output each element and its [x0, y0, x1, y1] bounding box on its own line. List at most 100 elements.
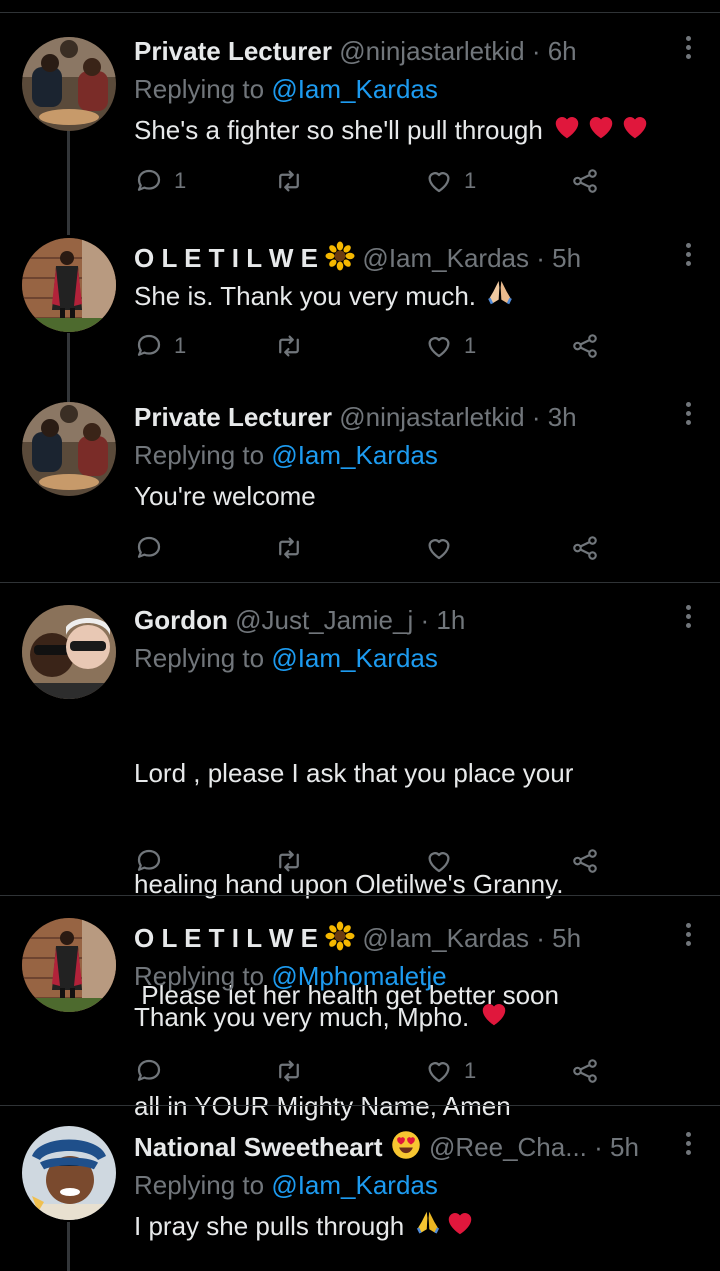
share-button[interactable]: [570, 164, 600, 198]
tweet-actions: 1 1: [134, 164, 614, 198]
retweet-button[interactable]: [274, 1054, 304, 1088]
tweet-text-line: Lord , please I ask that you place your: [134, 758, 574, 788]
avatar[interactable]: [22, 402, 116, 496]
folded-hands-emoji-icon: [483, 277, 517, 319]
tweet-text: Thank you very much, Mpho.: [134, 999, 511, 1039]
divider: [0, 1105, 720, 1106]
tweet-text-content: She is. Thank you very much.: [134, 280, 477, 311]
reply-count: 1: [174, 333, 187, 358]
heart-icon: [424, 331, 454, 361]
heart-icon: [424, 166, 454, 196]
timestamp[interactable]: · 5h: [594, 1132, 639, 1162]
comment-icon: [134, 846, 164, 876]
display-name[interactable]: Private Lecturer: [134, 36, 332, 66]
like-button[interactable]: 1: [424, 1054, 476, 1088]
replying-to: Replying to @Iam_Kardas: [134, 72, 438, 106]
sunflower-emoji-icon: [325, 921, 355, 959]
avatar[interactable]: [22, 605, 116, 699]
display-name[interactable]: Private Lecturer: [134, 402, 332, 432]
timestamp[interactable]: · 5h: [536, 923, 581, 953]
tweet-header: O L E T I L W E @Iam_Kardas · 5h: [134, 921, 581, 959]
replying-to: Replying to @Iam_Kardas: [134, 1168, 438, 1202]
more-dots-icon[interactable]: [682, 402, 694, 432]
comment-icon: [134, 166, 164, 196]
timestamp[interactable]: · 6h: [532, 36, 577, 66]
like-count: 1: [464, 168, 477, 193]
mention-link[interactable]: @Mphomaletje: [271, 961, 446, 991]
tweet-actions: [134, 844, 614, 878]
tweet-text: I pray she pulls through: [134, 1208, 476, 1248]
reply-button[interactable]: [134, 1054, 164, 1088]
avatar[interactable]: [22, 918, 116, 1012]
retweet-icon: [274, 1056, 304, 1086]
mention-link[interactable]: @Iam_Kardas: [271, 643, 438, 673]
display-name[interactable]: Gordon: [134, 605, 228, 635]
retweet-button[interactable]: [274, 164, 304, 198]
like-count: 1: [464, 333, 477, 358]
display-name[interactable]: National Sweetheart: [134, 1132, 383, 1162]
user-handle[interactable]: @ninjastarletkid: [339, 402, 524, 432]
avatar[interactable]: [22, 238, 116, 332]
like-button[interactable]: [424, 531, 454, 565]
like-button[interactable]: 1: [424, 329, 476, 363]
reply-button[interactable]: 1: [134, 329, 186, 363]
more-dots-icon[interactable]: [682, 923, 694, 953]
retweet-button[interactable]: [274, 844, 304, 878]
divider: [0, 895, 720, 896]
reply-button[interactable]: [134, 844, 164, 878]
mention-link[interactable]: @Iam_Kardas: [271, 440, 438, 470]
share-button[interactable]: [570, 531, 600, 565]
replying-to: Replying to @Mphomaletje: [134, 959, 447, 993]
user-handle[interactable]: @ninjastarletkid: [339, 36, 524, 66]
retweet-button[interactable]: [274, 531, 304, 565]
timestamp[interactable]: · 1h: [420, 605, 465, 635]
share-button[interactable]: [570, 329, 600, 363]
replying-prefix: Replying to: [134, 1170, 272, 1200]
share-icon: [570, 846, 600, 876]
share-button[interactable]: [570, 844, 600, 878]
mention-link[interactable]: @Iam_Kardas: [271, 1170, 438, 1200]
comment-icon: [134, 533, 164, 563]
user-handle[interactable]: @Ree_Cha...: [429, 1132, 587, 1162]
reply-button[interactable]: [134, 531, 164, 565]
timestamp[interactable]: · 3h: [532, 402, 577, 432]
retweet-button[interactable]: [274, 329, 304, 363]
tweet-text: She's a fighter so she'll pull through: [134, 112, 652, 152]
tweet-actions: 1: [134, 1054, 614, 1088]
heart-icon: [424, 533, 454, 563]
tweet-text-content: She's a fighter so she'll pull through: [134, 115, 543, 145]
tweet-header: Private Lecturer @ninjastarletkid · 3h: [134, 400, 577, 434]
replying-prefix: Replying to: [134, 643, 272, 673]
mention-link[interactable]: @Iam_Kardas: [271, 74, 438, 104]
tweet-header: Gordon @Just_Jamie_j · 1h: [134, 603, 465, 637]
reply-button[interactable]: 1: [134, 164, 186, 198]
user-handle[interactable]: @Just_Jamie_j: [235, 605, 413, 635]
more-dots-icon[interactable]: [682, 243, 694, 273]
thread-line: [67, 130, 70, 235]
heart-emoji-icon: [550, 112, 652, 152]
divider: [0, 582, 720, 583]
display-name[interactable]: O L E T I L W E: [134, 923, 318, 953]
more-dots-icon[interactable]: [682, 605, 694, 635]
tweet-actions: 1 1: [134, 329, 614, 363]
display-name[interactable]: O L E T I L W E: [134, 243, 318, 273]
heart-icon: [424, 1056, 454, 1086]
like-button[interactable]: [424, 844, 454, 878]
more-dots-icon[interactable]: [682, 1132, 694, 1162]
avatar[interactable]: [22, 1126, 116, 1220]
timestamp[interactable]: · 5h: [536, 243, 581, 273]
tweet-text: She is. Thank you very much.: [134, 277, 517, 319]
replying-prefix: Replying to: [134, 440, 272, 470]
folded-hands-heart-emoji-icon: [412, 1208, 476, 1248]
tweet-header: National Sweetheart @Ree_Cha... · 5h: [134, 1130, 639, 1168]
thread-line: [67, 333, 70, 403]
tweet-actions: [134, 531, 614, 565]
more-dots-icon[interactable]: [682, 36, 694, 66]
user-handle[interactable]: @Iam_Kardas: [362, 923, 529, 953]
replying-prefix: Replying to: [134, 961, 272, 991]
avatar[interactable]: [22, 37, 116, 131]
comment-icon: [134, 1056, 164, 1086]
share-button[interactable]: [570, 1054, 600, 1088]
like-button[interactable]: 1: [424, 164, 476, 198]
user-handle[interactable]: @Iam_Kardas: [362, 243, 529, 273]
